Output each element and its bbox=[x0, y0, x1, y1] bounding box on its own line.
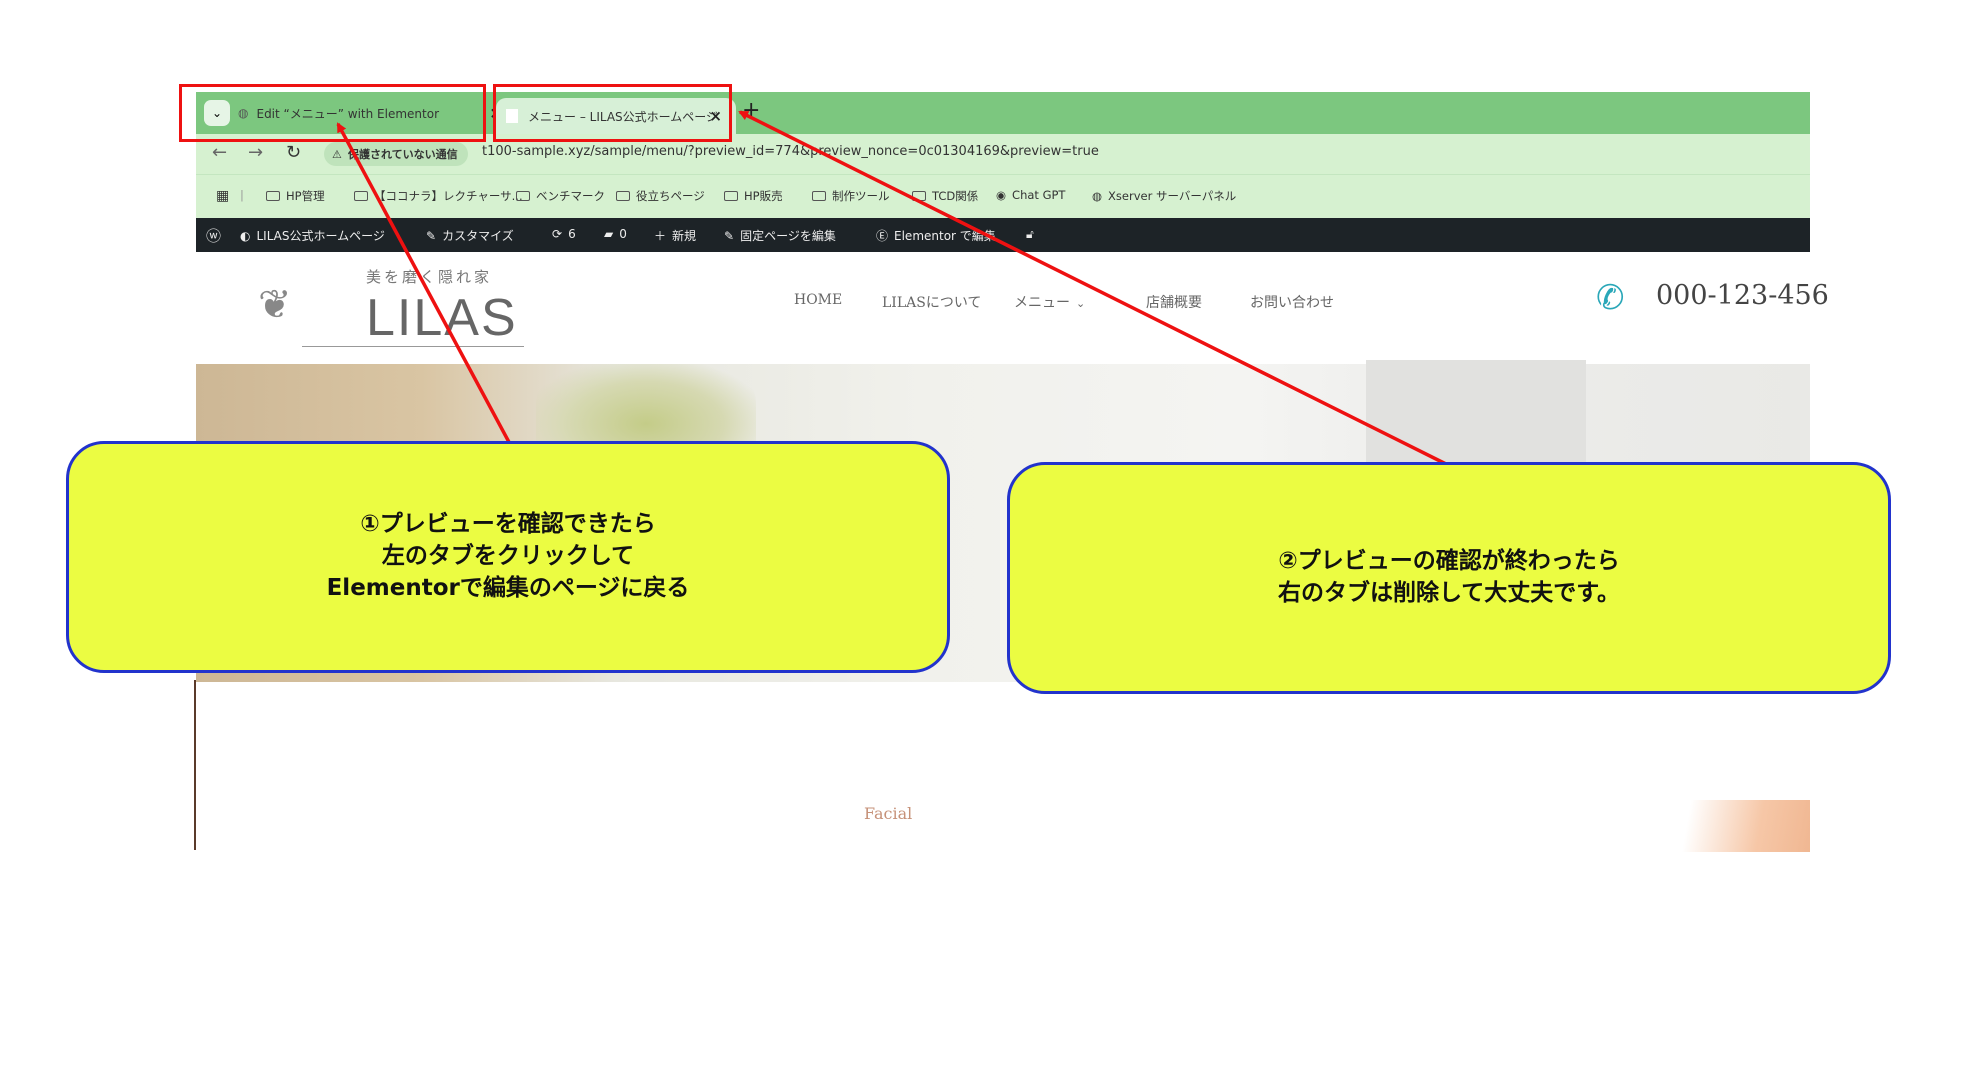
section-label-facial: Facial bbox=[864, 804, 913, 823]
bookmark-folder[interactable]: ベンチマーク bbox=[516, 188, 605, 204]
folder-icon bbox=[516, 191, 530, 201]
bookmark-folder[interactable]: 役立ちページ bbox=[616, 188, 705, 204]
wp-new[interactable]: ＋新規 bbox=[654, 227, 696, 244]
wp-edit-page[interactable]: ✎ 固定ページを編集 bbox=[724, 227, 836, 244]
nav-contact[interactable]: お問い合わせ bbox=[1250, 292, 1334, 312]
pencil-icon: ✎ bbox=[724, 229, 735, 243]
bookmark-folder[interactable]: 【ココナラ】レクチャーサ... bbox=[354, 188, 523, 204]
nav-store-info[interactable]: 店舗概要 bbox=[1146, 292, 1202, 312]
wp-comments[interactable]: ▰ 0 bbox=[604, 227, 627, 241]
callout-line: Elementorで編集のページに戻る bbox=[326, 574, 690, 601]
folder-icon bbox=[616, 191, 630, 201]
back-arrow-icon[interactable]: ← bbox=[212, 142, 227, 163]
apps-grid-icon[interactable]: ▦ bbox=[216, 188, 229, 204]
bookmark-folder[interactable]: 制作ツール bbox=[812, 188, 890, 204]
logo-underline bbox=[302, 346, 524, 347]
wp-updates[interactable]: ⟳ 6 bbox=[552, 227, 576, 241]
wp-site-name[interactable]: ◐ LILAS公式ホームページ bbox=[240, 227, 385, 244]
folder-icon bbox=[724, 191, 738, 201]
folder-icon bbox=[266, 191, 280, 201]
divider: | bbox=[240, 188, 244, 202]
callout-line: ②プレビューの確認が終わったら bbox=[1278, 548, 1620, 575]
bookmarks-bar: ▦ | HP管理 【ココナラ】レクチャーサ... ベンチマーク 役立ちページ H… bbox=[196, 174, 1810, 218]
folder-icon bbox=[912, 191, 926, 201]
wordpress-logo-icon[interactable]: ⓦ bbox=[206, 225, 221, 246]
site-tagline: 美を磨く隠れ家 bbox=[366, 268, 493, 286]
nav-about[interactable]: LILASについて bbox=[882, 292, 981, 312]
chatgpt-icon: ◉ bbox=[996, 188, 1007, 202]
wp-admin-bar: ⓦ ◐ LILAS公式ホームページ ✎ カスタマイズ ⟳ 6 ▰ 0 ＋新規 ✎ 固定ペー… bbox=[196, 218, 1810, 252]
warning-icon: ⚠ bbox=[332, 147, 342, 161]
new-tab-button[interactable]: + bbox=[742, 98, 760, 123]
dashboard-icon: ◐ bbox=[240, 229, 251, 243]
highlight-left-tab bbox=[179, 84, 486, 142]
xserver-icon: ◍ bbox=[1092, 189, 1103, 203]
update-icon: ⟳ bbox=[552, 227, 563, 241]
security-chip[interactable]: ⚠ 保護されていない通信 bbox=[324, 142, 468, 166]
bookmark-folder[interactable]: HP管理 bbox=[266, 188, 325, 204]
reload-icon[interactable]: ↻ bbox=[286, 142, 301, 163]
window-edge bbox=[194, 680, 196, 850]
wp-elementor-edit[interactable]: Ⓔ Elementor で編集 bbox=[876, 227, 996, 244]
callout-line: 右のタブは削除して大丈夫です。 bbox=[1277, 580, 1620, 606]
folder-icon bbox=[354, 191, 368, 201]
url-field[interactable]: t100-sample.xyz/sample/menu/?preview_id=… bbox=[482, 144, 1099, 159]
callout-close-preview: ②プレビューの確認が終わったら 右のタブは削除して大丈夫です。 bbox=[1007, 462, 1891, 694]
security-label: 保護されていない通信 bbox=[348, 148, 458, 161]
callout-line: ①プレビューを確認できたら bbox=[360, 511, 656, 538]
elementor-icon: Ⓔ bbox=[876, 229, 889, 243]
forward-arrow-icon[interactable]: → bbox=[248, 142, 263, 163]
wp-customize[interactable]: ✎ カスタマイズ bbox=[426, 227, 514, 244]
comment-icon: ▰ bbox=[604, 227, 614, 241]
nav-menu[interactable]: メニュー ⌄ bbox=[1014, 292, 1085, 312]
bookmark-folder[interactable]: HP販売 bbox=[724, 188, 783, 204]
folder-icon bbox=[812, 191, 826, 201]
phone-number[interactable]: 000-123-456 bbox=[1656, 280, 1829, 311]
leaf-logo-icon: ❦ bbox=[258, 282, 292, 328]
callout-line: 左のタブをクリックして bbox=[381, 543, 635, 570]
plus-icon: ＋ bbox=[654, 229, 667, 243]
nav-home[interactable]: HOME bbox=[794, 292, 842, 308]
lock-icon[interactable]: 🔓︎ bbox=[1026, 227, 1034, 242]
bookmark-chatgpt[interactable]: ◉ Chat GPT bbox=[996, 188, 1065, 202]
phone-icon: ✆ bbox=[1596, 278, 1625, 318]
facial-image bbox=[1636, 800, 1810, 852]
brush-icon: ✎ bbox=[426, 229, 437, 243]
highlight-right-tab bbox=[493, 84, 732, 142]
bookmark-folder[interactable]: TCD関係 bbox=[912, 188, 978, 204]
chevron-down-icon: ⌄ bbox=[1076, 297, 1086, 310]
callout-return-to-editor: ①プレビューを確認できたら 左のタブをクリックして Elementorで編集のペ… bbox=[66, 441, 950, 673]
site-logo[interactable]: LILAS bbox=[366, 288, 518, 348]
bookmark-xserver[interactable]: ◍ Xserver サーバーパネル bbox=[1092, 188, 1236, 204]
